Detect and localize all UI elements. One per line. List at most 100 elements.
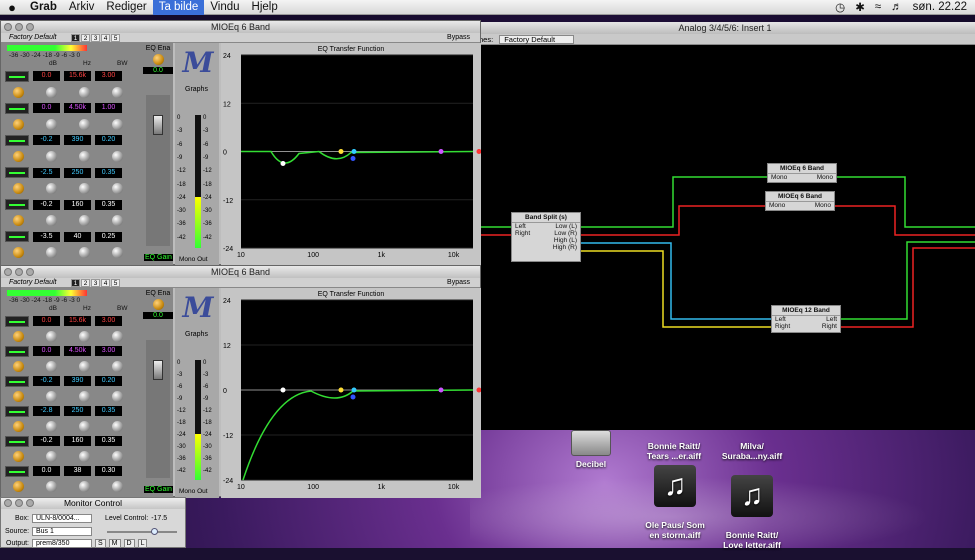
frequency-knob[interactable] [79, 118, 90, 130]
tab-3[interactable]: 3 [91, 278, 100, 287]
band-hz-value[interactable]: 4.50k [64, 103, 91, 114]
bandwidth-knob[interactable] [112, 86, 123, 98]
gain-knob[interactable] [46, 183, 57, 195]
frequency-knob[interactable] [79, 215, 90, 227]
band-hz-value[interactable]: 38 [64, 466, 91, 476]
band-enable-knob[interactable] [13, 420, 24, 432]
menubar-clock[interactable]: søn. 22.22 [913, 1, 967, 13]
frequency-knob[interactable] [79, 183, 90, 195]
gain-knob[interactable] [46, 118, 57, 130]
band-enable-knob[interactable] [13, 118, 24, 130]
node-mioeq-12-band[interactable]: MIOEq 12 Band Left Left Right Right [771, 305, 841, 333]
filter-shape-icon[interactable] [5, 199, 29, 211]
band-bw-value[interactable]: 3.00 [95, 316, 122, 326]
filter-shape-icon[interactable] [5, 375, 29, 387]
bypass-button[interactable]: Bypass [447, 279, 470, 286]
band-enable-knob[interactable] [13, 86, 24, 98]
eq-enable-button[interactable] [152, 299, 164, 310]
time-machine-icon[interactable]: ◷ [835, 0, 845, 14]
band-enable-knob[interactable] [13, 150, 24, 162]
band-bw-value[interactable]: 0.30 [95, 466, 122, 476]
filter-shape-icon[interactable] [5, 405, 29, 417]
source-select[interactable]: Bus 1 [32, 527, 92, 536]
frequency-knob[interactable] [79, 390, 90, 402]
gain-knob[interactable] [46, 330, 57, 342]
zoom-button[interactable] [26, 499, 34, 507]
filter-shape-icon[interactable] [5, 70, 29, 82]
level-slider[interactable] [107, 527, 177, 535]
tab-4[interactable]: 4 [101, 33, 110, 42]
eq-gain-fader-thumb[interactable] [153, 115, 163, 135]
gain-knob[interactable] [46, 150, 57, 162]
band-db-value[interactable]: -2.5 [33, 167, 60, 178]
tab-3[interactable]: 3 [91, 33, 100, 42]
mute-button[interactable]: M [108, 539, 121, 548]
minimize-button[interactable] [15, 268, 23, 276]
menu-arkiv[interactable]: Arkiv [63, 0, 101, 15]
gain-knob[interactable] [46, 247, 57, 259]
box-select[interactable]: ULN-8/0004... [32, 514, 92, 523]
band-enable-knob[interactable] [13, 480, 24, 492]
band-db-value[interactable]: 0.0 [33, 316, 60, 326]
gain-knob[interactable] [46, 360, 57, 372]
filter-shape-icon[interactable] [5, 134, 29, 146]
band-hz-value[interactable]: 250 [64, 406, 91, 416]
frequency-knob[interactable] [79, 247, 90, 259]
band-hz-value[interactable]: 40 [64, 231, 91, 242]
preset-select[interactable]: Factory Default [1, 279, 71, 286]
gain-knob[interactable] [46, 480, 57, 492]
band-hz-value[interactable]: 160 [64, 436, 91, 446]
level-slider-thumb[interactable] [151, 527, 158, 535]
close-button[interactable] [4, 23, 12, 31]
band-hz-value[interactable]: 15.6k [64, 316, 91, 326]
band-enable-knob[interactable] [13, 390, 24, 402]
bandwidth-knob[interactable] [112, 390, 123, 402]
band-db-value[interactable]: -0.2 [33, 436, 60, 446]
band-db-value[interactable]: 0.0 [33, 103, 60, 114]
bandwidth-knob[interactable] [112, 150, 123, 162]
tab-2[interactable]: 2 [81, 33, 90, 42]
bypass-button[interactable]: Bypass [447, 34, 470, 41]
tab-1[interactable]: 1 [71, 33, 80, 42]
eq-gain-fader[interactable] [146, 95, 170, 246]
tab-2[interactable]: 2 [81, 278, 90, 287]
band-enable-knob[interactable] [13, 183, 24, 195]
bandwidth-knob[interactable] [112, 247, 123, 259]
volume-icon[interactable]: ♬ [891, 1, 903, 13]
bandwidth-knob[interactable] [112, 480, 123, 492]
frequency-knob[interactable] [79, 420, 90, 432]
bandwidth-knob[interactable] [112, 420, 123, 432]
band-bw-value[interactable]: 0.20 [95, 376, 122, 386]
eq-enable-button[interactable] [152, 54, 164, 65]
bandwidth-knob[interactable] [112, 330, 123, 342]
menu-hjelp[interactable]: Hjelp [246, 0, 284, 15]
wifi-icon[interactable]: ≈ [875, 1, 881, 13]
filter-shape-icon[interactable] [5, 345, 29, 357]
band-bw-value[interactable]: 0.35 [95, 436, 122, 446]
tab-5[interactable]: 5 [111, 33, 120, 42]
band-bw-value[interactable]: 1.00 [95, 103, 122, 114]
node-mioeq-6-band-a[interactable]: MIOEq 6 Band Mono Mono [767, 163, 837, 183]
band-db-value[interactable]: -0.2 [33, 376, 60, 386]
graphs-toggle[interactable]: Graphs [185, 331, 208, 338]
eq-gain-fader[interactable] [146, 340, 170, 478]
desktop-icon-decibel[interactable]: Decibel [562, 430, 620, 469]
tab-5[interactable]: 5 [111, 278, 120, 287]
band-db-value[interactable]: -2.8 [33, 406, 60, 416]
preset-select[interactable]: Factory Default [1, 34, 71, 41]
filter-shape-icon[interactable] [5, 231, 29, 243]
close-button[interactable] [4, 268, 12, 276]
band-hz-value[interactable]: 390 [64, 376, 91, 386]
graphs-toggle[interactable]: Graphs [185, 86, 208, 93]
band-hz-value[interactable]: 15.6k [64, 71, 91, 81]
bandwidth-knob[interactable] [112, 183, 123, 195]
frequency-knob[interactable] [79, 150, 90, 162]
output-select[interactable]: prem8/350 [32, 539, 92, 548]
gain-knob[interactable] [46, 450, 57, 462]
desktop-icon-bonnie-love[interactable]: ♫ Bonnie Raitt/ Love letter.aiff [712, 465, 792, 560]
band-enable-knob[interactable] [13, 450, 24, 462]
gain-knob[interactable] [46, 420, 57, 432]
band-bw-value[interactable]: 0.35 [95, 199, 122, 210]
band-enable-knob[interactable] [13, 360, 24, 372]
gain-knob[interactable] [46, 86, 57, 98]
